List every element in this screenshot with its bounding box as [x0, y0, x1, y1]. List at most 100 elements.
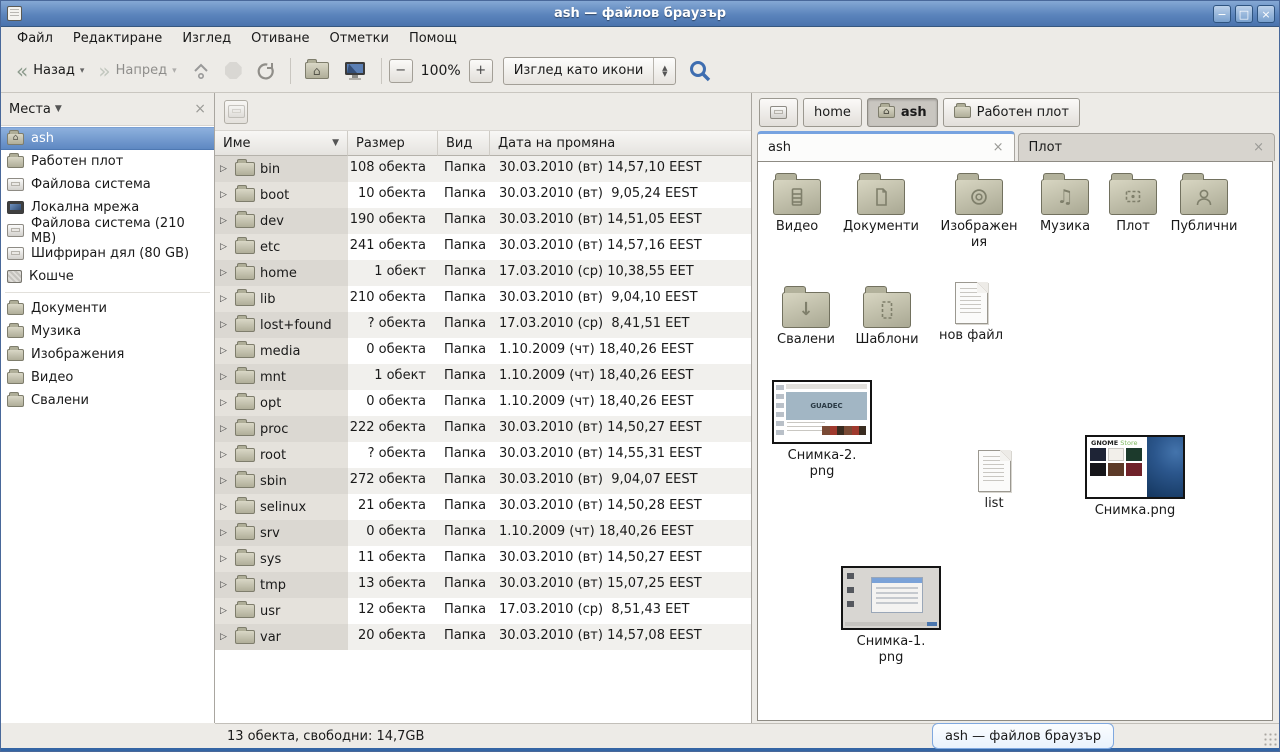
column-header-type[interactable]: Вид: [438, 131, 490, 156]
table-row-mnt[interactable]: ▷mnt1 обектПапка1.10.2009 (чт) 18,40,26 …: [215, 364, 751, 390]
tab-ash[interactable]: ash×: [757, 131, 1015, 161]
expander-icon[interactable]: ▷: [220, 450, 230, 460]
expander-icon[interactable]: ▷: [220, 320, 230, 330]
minimize-button[interactable]: −: [1213, 5, 1231, 23]
back-button[interactable]: « Назад ▾: [9, 58, 91, 83]
table-row-proc[interactable]: ▷proc222 обектаПапка30.03.2010 (вт) 14,5…: [215, 416, 751, 442]
sidebar-item-Видео[interactable]: Видео: [1, 366, 214, 389]
expander-icon[interactable]: ▷: [220, 554, 230, 564]
sidebar-item-Свалени[interactable]: Свалени: [1, 389, 214, 412]
sidebar-item-Изображения[interactable]: Изображения: [1, 343, 214, 366]
pathbar-button-ash[interactable]: ⌂ash: [867, 98, 938, 127]
sidebar-item-label: Шифриран дял (80 GB): [31, 246, 189, 261]
stop-button[interactable]: [218, 57, 249, 84]
table-row-srv[interactable]: ▷srv0 обектаПапка1.10.2009 (чт) 18,40,26…: [215, 520, 751, 546]
expander-icon[interactable]: ▷: [220, 424, 230, 434]
icon-item-Снимка.png[interactable]: GNOME StoreСнимка.png: [1080, 435, 1190, 519]
menu-item-Редактиране[interactable]: Редактиране: [63, 29, 172, 48]
view-mode-select[interactable]: Изглед като икони ▲▼: [503, 57, 677, 85]
icon-item-Снимка-1.png[interactable]: Снимка-1. png: [836, 566, 946, 666]
expander-icon[interactable]: ▷: [220, 632, 230, 642]
menu-item-Помощ[interactable]: Помощ: [399, 29, 467, 48]
table-row-boot[interactable]: ▷boot10 обектаПапка30.03.2010 (вт) 9,05,…: [215, 182, 751, 208]
expander-icon[interactable]: ▷: [220, 476, 230, 486]
column-header-date[interactable]: Дата на промяна: [490, 131, 751, 156]
sidebar-item-Файлова система (210 MB)[interactable]: Файлова система (210 MB): [1, 219, 214, 242]
menu-item-Файл[interactable]: Файл: [7, 29, 63, 48]
table-row-usr[interactable]: ▷usr12 обектаПапка17.03.2010 (ср) 8,51,4…: [215, 598, 751, 624]
back-dropdown-icon[interactable]: ▾: [80, 66, 85, 76]
pathbar-button-drive[interactable]: [759, 98, 798, 127]
home-button[interactable]: ⌂: [298, 57, 336, 84]
table-row-media[interactable]: ▷media0 обектаПапка1.10.2009 (чт) 18,40,…: [215, 338, 751, 364]
tab-close-icon[interactable]: ×: [993, 140, 1004, 155]
search-button[interactable]: [688, 59, 712, 83]
expander-icon[interactable]: ▷: [220, 398, 230, 408]
table-row-dev[interactable]: ▷dev190 обектаПапка30.03.2010 (вт) 14,51…: [215, 208, 751, 234]
table-row-bin[interactable]: ▷bin108 обектаПапка30.03.2010 (вт) 14,57…: [215, 156, 751, 182]
expander-icon[interactable]: ▷: [220, 528, 230, 538]
column-header-size[interactable]: Размер: [348, 131, 438, 156]
table-row-lib[interactable]: ▷lib210 обектаПапка30.03.2010 (вт) 9,04,…: [215, 286, 751, 312]
expander-icon[interactable]: ▷: [220, 242, 230, 252]
menu-item-Отиване[interactable]: Отиване: [241, 29, 319, 48]
icon-item-Изображения[interactable]: Изображен ия: [934, 172, 1024, 251]
expander-icon[interactable]: ▷: [220, 606, 230, 616]
expander-icon[interactable]: ▷: [220, 502, 230, 512]
zoom-in-button[interactable]: +: [469, 59, 493, 83]
sidebar-item-Документи[interactable]: Документи: [1, 297, 214, 320]
forward-dropdown-icon[interactable]: ▾: [172, 66, 177, 76]
tab-Плот[interactable]: Плот×: [1018, 133, 1276, 161]
sidebar-item-Работен плот[interactable]: Работен плот: [1, 150, 214, 173]
column-header-name[interactable]: Име ▼: [215, 131, 348, 156]
menu-item-Изглед[interactable]: Изглед: [172, 29, 241, 48]
table-row-home[interactable]: ▷home1 обектПапка17.03.2010 (ср) 10,38,5…: [215, 260, 751, 286]
pathbar-button-Работен плот[interactable]: Работен плот: [943, 98, 1080, 127]
pathbar-button-home[interactable]: home: [803, 98, 862, 127]
sidebar-item-Файлова система[interactable]: Файлова система: [1, 173, 214, 196]
expander-icon[interactable]: ▷: [220, 580, 230, 590]
expander-icon[interactable]: ▷: [220, 164, 230, 174]
menu-item-Отметки[interactable]: Отметки: [319, 29, 398, 48]
view-mode-spinner-icon[interactable]: ▲▼: [653, 58, 675, 84]
icon-item-Документи[interactable]: Документи: [838, 172, 924, 235]
table-row-sbin[interactable]: ▷sbin272 обектаПапка30.03.2010 (вт) 9,04…: [215, 468, 751, 494]
table-row-tmp[interactable]: ▷tmp13 обектаПапка30.03.2010 (вт) 15,07,…: [215, 572, 751, 598]
sidebar-combo-icon[interactable]: ▼: [55, 104, 62, 114]
sidebar-item-ash[interactable]: ⌂ash: [1, 127, 214, 150]
table-row-lost+found[interactable]: ▷lost+found? обектаПапка17.03.2010 (ср) …: [215, 312, 751, 338]
forward-button[interactable]: » Напред ▾: [91, 58, 183, 83]
icon-item-нов файл[interactable]: нов файл: [928, 282, 1014, 344]
expander-icon[interactable]: ▷: [220, 190, 230, 200]
icon-item-Шаблони[interactable]: Шаблони: [844, 285, 930, 348]
icon-item-Публични[interactable]: Публични: [1160, 172, 1248, 235]
maximize-button[interactable]: □: [1235, 5, 1253, 23]
expander-icon[interactable]: ▷: [220, 294, 230, 304]
icon-item-Снимка-2.png[interactable]: GUADECСнимка-2. png: [768, 380, 876, 480]
up-button[interactable]: [184, 56, 218, 86]
expander-icon[interactable]: ▷: [220, 216, 230, 226]
pane-location-button[interactable]: [224, 100, 248, 124]
computer-button[interactable]: [336, 55, 374, 87]
table-row-root[interactable]: ▷root? обектаПапка30.03.2010 (вт) 14,55,…: [215, 442, 751, 468]
sidebar-item-Кошче[interactable]: Кошче: [1, 265, 214, 288]
expander-icon[interactable]: ▷: [220, 372, 230, 382]
icon-item-Свалени[interactable]: ↓Свалени: [763, 285, 849, 348]
sidebar-item-Шифриран дял (80 GB)[interactable]: Шифриран дял (80 GB): [1, 242, 214, 265]
reload-button[interactable]: [249, 56, 283, 86]
tab-close-icon[interactable]: ×: [1253, 140, 1264, 155]
resize-grip[interactable]: [1263, 732, 1277, 746]
table-row-opt[interactable]: ▷opt0 обектаПапка1.10.2009 (чт) 18,40,26…: [215, 390, 751, 416]
expander-icon[interactable]: ▷: [220, 346, 230, 356]
sidebar-item-Музика[interactable]: Музика: [1, 320, 214, 343]
table-row-var[interactable]: ▷var20 обектаПапка30.03.2010 (вт) 14,57,…: [215, 624, 751, 650]
table-row-etc[interactable]: ▷etc241 обектаПапка30.03.2010 (вт) 14,57…: [215, 234, 751, 260]
icon-item-Видео[interactable]: Видео: [757, 172, 840, 235]
table-row-sys[interactable]: ▷sys11 обектаПапка30.03.2010 (вт) 14,50,…: [215, 546, 751, 572]
zoom-out-button[interactable]: −: [389, 59, 413, 83]
sidebar-close-icon[interactable]: ×: [194, 101, 206, 117]
expander-icon[interactable]: ▷: [220, 268, 230, 278]
icon-item-list[interactable]: list: [954, 450, 1034, 512]
table-row-selinux[interactable]: ▷selinux21 обектаПапка30.03.2010 (вт) 14…: [215, 494, 751, 520]
close-button[interactable]: ×: [1257, 5, 1275, 23]
